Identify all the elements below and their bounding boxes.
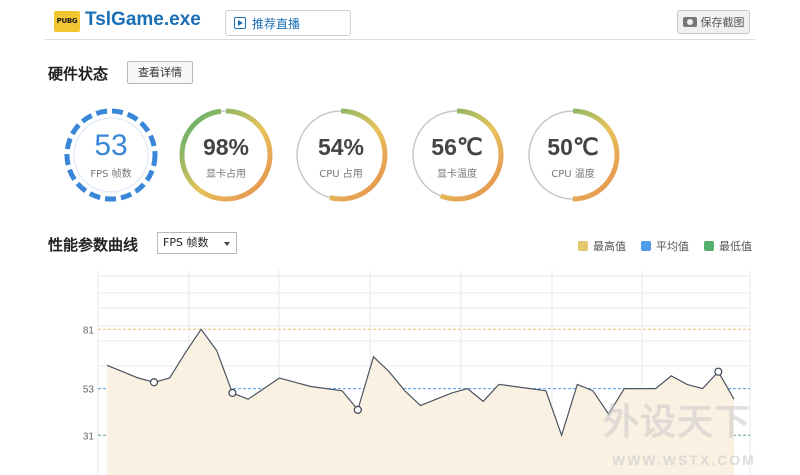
- performance-curve-title: 性能参数曲线: [48, 236, 139, 254]
- chart-point: [353, 405, 362, 414]
- y-tick-label: 31: [83, 431, 95, 442]
- gauge-cpu-usage: 54% CPU 占用: [293, 107, 389, 203]
- cpu-temp-label: CPU 温度: [551, 169, 595, 180]
- gpu-usage-value: 98%: [202, 134, 250, 160]
- watermark-cn: 外设天下: [603, 402, 752, 443]
- legend-avg-swatch: [641, 241, 651, 251]
- legend-min: 最低值: [704, 238, 752, 254]
- legend-min-label: 最低值: [719, 240, 752, 253]
- gauge-fps: 53 FPS 帧数: [63, 107, 159, 203]
- legend-avg: 平均值: [641, 238, 689, 254]
- play-icon: [234, 17, 246, 29]
- gpu-usage-label: 显卡占用: [206, 169, 246, 180]
- chart-y-ticks: 31 53 81: [83, 325, 95, 442]
- y-tick-label: 53: [83, 385, 95, 396]
- gpu-temp-value: 56℃: [431, 134, 483, 160]
- cpu-temp-value: 50℃: [547, 134, 599, 160]
- gauge-gpu-temp: 56℃ 显卡温度: [409, 107, 505, 203]
- cpu-usage-label: CPU 占用: [319, 169, 363, 180]
- chart-point: [714, 367, 723, 376]
- chevron-down-icon: [224, 242, 230, 246]
- gpu-temp-label: 显卡温度: [437, 169, 477, 180]
- save-screenshot-label: 保存截图: [700, 16, 745, 29]
- recommend-live-label: 推荐直播: [252, 16, 301, 31]
- metric-select-value: FPS 帧数: [163, 236, 209, 249]
- y-tick-label: 81: [83, 325, 95, 336]
- pubg-logo-icon: PUBG: [54, 11, 80, 32]
- save-screenshot-button[interactable]: 保存截图: [677, 10, 750, 34]
- legend-max-swatch: [578, 241, 588, 251]
- camera-icon: [682, 17, 697, 27]
- view-details-button[interactable]: 查看详情: [127, 61, 193, 84]
- recommend-live-button[interactable]: 推荐直播: [225, 10, 351, 36]
- legend-max-label: 最高值: [593, 240, 626, 253]
- header: PUBG TslGame.exe 推荐直播 保存截图: [45, 0, 755, 40]
- fps-label: FPS 帧数: [90, 169, 132, 180]
- legend-max: 最高值: [578, 238, 626, 254]
- fps-value: 53: [94, 129, 128, 162]
- cpu-usage-value: 54%: [317, 134, 365, 160]
- app-title: TslGame.exe: [85, 9, 201, 30]
- watermark-en: WWW.WSTX.COM: [612, 452, 756, 468]
- metric-select[interactable]: FPS 帧数: [157, 232, 237, 254]
- chart-point: [228, 388, 237, 397]
- legend-avg-label: 平均值: [656, 240, 689, 253]
- gauge-gpu-usage: 98% 显卡占用: [178, 107, 274, 203]
- legend-min-swatch: [704, 241, 714, 251]
- chart-point: [149, 378, 159, 387]
- gauge-cpu-temp: 50℃ CPU 温度: [525, 107, 621, 203]
- hardware-status-title: 硬件状态: [48, 65, 109, 83]
